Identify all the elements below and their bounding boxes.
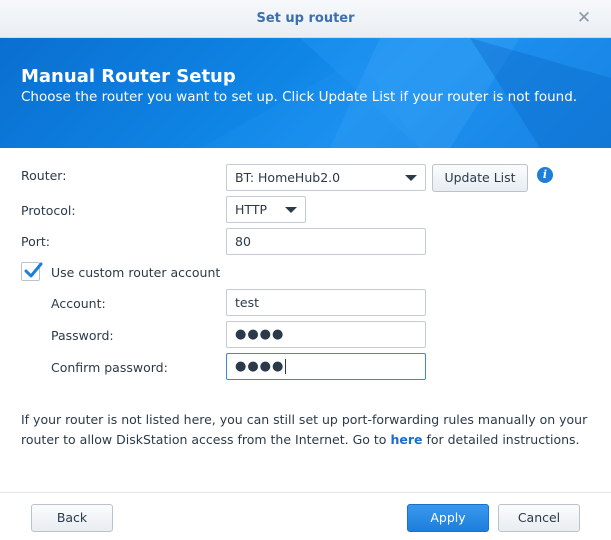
info-icon[interactable]: i: [537, 167, 553, 183]
confirm-password-value: ●●●●: [235, 359, 285, 374]
checkmark-icon: [24, 262, 43, 278]
banner-heading: Manual Router Setup: [21, 66, 236, 87]
back-button[interactable]: Back: [31, 504, 113, 532]
custom-account-checkbox[interactable]: [21, 262, 43, 281]
account-label: Account:: [51, 296, 106, 311]
chevron-down-icon: [405, 175, 417, 181]
chevron-down-icon: [285, 207, 297, 213]
account-input[interactable]: test: [226, 289, 426, 316]
help-note: If your router is not listed here, you c…: [21, 410, 591, 450]
password-input[interactable]: ●●●●: [226, 321, 426, 348]
port-label: Port:: [21, 234, 50, 249]
header-banner: Manual Router Setup Choose the router yo…: [0, 38, 611, 148]
confirm-password-input[interactable]: ●●●●: [226, 353, 426, 380]
help-link[interactable]: here: [390, 432, 422, 447]
password-label: Password:: [51, 328, 114, 343]
cancel-button[interactable]: Cancel: [498, 504, 580, 532]
help-note-tail: for detailed instructions.: [422, 432, 580, 447]
update-list-button[interactable]: Update List: [432, 164, 528, 192]
protocol-select[interactable]: HTTP: [226, 196, 306, 223]
apply-button[interactable]: Apply: [407, 504, 489, 532]
window-title: Set up router: [256, 11, 355, 26]
banner-subtitle: Choose the router you want to set up. Cl…: [21, 89, 578, 105]
protocol-select-value: HTTP: [235, 202, 267, 217]
router-select[interactable]: BT: HomeHub2.0: [226, 164, 426, 191]
confirm-password-label: Confirm password:: [51, 360, 168, 375]
custom-account-label: Use custom router account: [51, 265, 221, 280]
footer-divider: [0, 492, 611, 493]
text-cursor: [285, 359, 287, 374]
close-icon[interactable]: ✕: [575, 9, 593, 27]
protocol-label: Protocol:: [21, 203, 76, 218]
title-bar: Set up router ✕: [0, 0, 611, 38]
router-select-value: BT: HomeHub2.0: [235, 170, 341, 185]
port-input[interactable]: 80: [226, 228, 426, 255]
router-label: Router:: [21, 168, 67, 183]
